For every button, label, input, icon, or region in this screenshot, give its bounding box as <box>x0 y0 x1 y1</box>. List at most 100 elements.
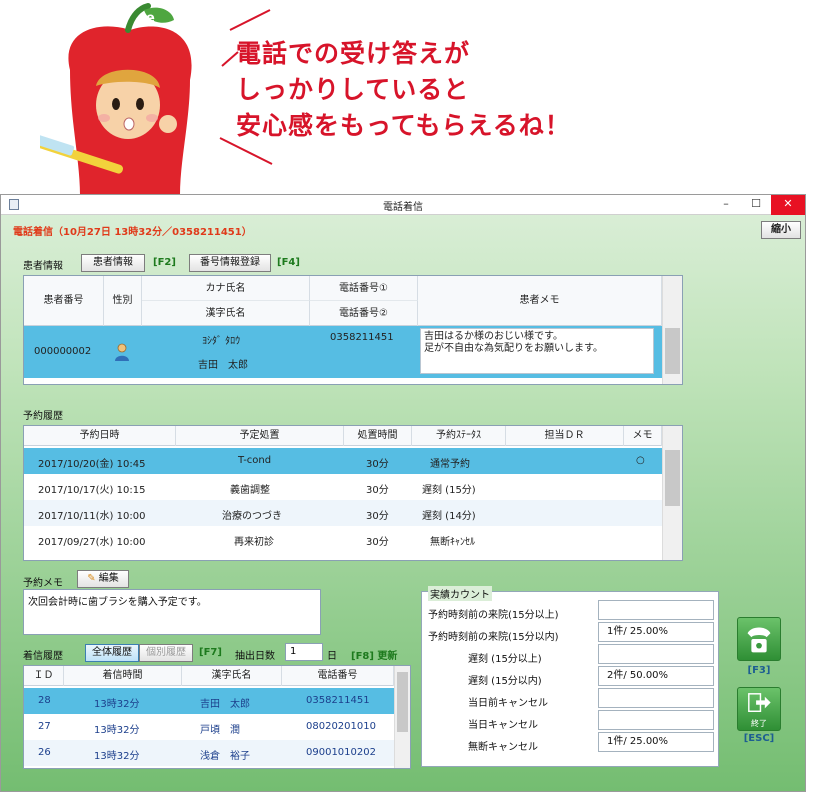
reservation-memo-text: 次回会計時に歯ブラシを購入予定です。 <box>28 597 207 608</box>
all-history-key: [F7] <box>199 647 222 658</box>
call-row[interactable]: 26 13時32分 浅倉 裕子 09001010202 <box>24 740 394 766</box>
col-call-id: ＩＤ <box>24 666 64 686</box>
reservation-status: 通常予約 <box>430 459 470 470</box>
call-row[interactable]: 27 13時32分 戸頃 潤 08020201010 <box>24 714 394 740</box>
reservation-treatment: 治療のつづき <box>222 511 282 522</box>
reservation-date: 2017/10/20(金) 10:45 <box>38 459 146 470</box>
reservation-memo-label: 予約メモ <box>23 578 63 589</box>
phone-button-key: [F3] <box>747 665 771 676</box>
reservation-duration: 30分 <box>366 459 389 470</box>
reservation-date: 2017/09/27(水) 10:00 <box>38 537 146 548</box>
col-kanji-name: 漢字氏名 <box>142 301 310 326</box>
phone-icon <box>747 627 771 653</box>
exit-caption: 終了 <box>751 719 767 728</box>
reservation-date: 2017/10/11(水) 10:00 <box>38 511 146 522</box>
exit-button[interactable]: 終了 <box>737 687 781 731</box>
call-phone: 08020201010 <box>306 721 376 732</box>
count-value: 2件/ 50.00% <box>598 666 714 686</box>
count-label: 予約時刻前の来院(15分以内) <box>428 632 559 643</box>
count-label: 予約時刻前の来院(15分以上) <box>428 610 559 621</box>
reservation-memo-box[interactable]: 次回会計時に歯ブラシを購入予定です。 <box>23 589 321 635</box>
patient-scroll-thumb[interactable] <box>665 328 680 374</box>
maximize-button[interactable]: ☐ <box>741 195 771 215</box>
reservation-treatment: 再来初診 <box>234 537 274 548</box>
reservation-row[interactable]: 2017/10/11(水) 10:00 治療のつづき 30分 遅刻 (14分) <box>24 500 662 526</box>
patient-table: 患者番号 性別 カナ氏名 漢字氏名 電話番号① 電話番号② 患者メモ 00000… <box>23 275 683 385</box>
edit-memo-button[interactable]: ✎ 編集 <box>77 570 129 588</box>
reservation-table-scrollbar[interactable] <box>662 426 682 560</box>
call-row[interactable]: 28 13時32分 吉田 太郎 0358211451 <box>24 688 394 714</box>
call-id: 27 <box>38 721 51 732</box>
patient-history-button[interactable]: 個別履歴 <box>139 644 193 662</box>
reservation-duration: 30分 <box>366 511 389 522</box>
pencil-icon: ✎ <box>87 573 96 584</box>
call-history-scroll-thumb[interactable] <box>397 672 408 732</box>
extract-days-value: 1 <box>290 646 297 657</box>
count-value: 1件/ 25.00% <box>598 622 714 642</box>
incoming-call-window: 電話着信 – ☐ ✕ 電話着信（10月27日 13時32分／0358211451… <box>0 194 806 792</box>
patient-memo-line-2: 足が不自由な為気配りをお願いします。 <box>424 343 603 354</box>
col-planned-treatment: 予定処置 <box>176 426 344 446</box>
register-number-button[interactable]: 番号情報登録 <box>189 254 271 272</box>
call-history-scrollbar[interactable] <box>394 666 410 768</box>
refresh-key[interactable]: [F8] 更新 <box>351 647 397 662</box>
col-reservation-status: 予約ｽﾃｰﾀｽ <box>412 426 506 446</box>
col-call-phone: 電話番号 <box>282 666 394 686</box>
count-label: 無断キャンセル <box>468 742 538 753</box>
col-phone-1: 電話番号① <box>310 276 418 301</box>
extract-days-input[interactable]: 1 <box>285 643 323 661</box>
all-history-button[interactable]: 全体履歴 <box>85 644 139 662</box>
exit-button-key: [ESC] <box>743 733 775 744</box>
performance-count-title: 実績カウント <box>428 586 492 601</box>
count-label: 当日キャンセル <box>468 720 538 731</box>
reservation-table-header: 予約日時 予定処置 処置時間 予約ｽﾃｰﾀｽ 担当ＤＲ メモ <box>24 426 682 446</box>
reservation-table: 予約日時 予定処置 処置時間 予約ｽﾃｰﾀｽ 担当ＤＲ メモ 2017/10/2… <box>23 425 683 561</box>
count-value: 1件/ 25.00% <box>598 732 714 752</box>
count-value <box>598 600 714 620</box>
patient-table-scrollbar[interactable] <box>662 276 682 384</box>
exit-icon <box>748 693 771 712</box>
col-patient-number: 患者番号 <box>24 276 104 326</box>
patient-kana-name: ﾖｼﾀﾞ ﾀﾛｳ <box>202 336 241 347</box>
extract-days-label: 抽出日数 <box>235 651 275 662</box>
col-phone-2: 電話番号② <box>310 301 418 326</box>
call-phone: 0358211451 <box>306 695 370 706</box>
close-button[interactable]: ✕ <box>771 195 805 215</box>
call-time: 13時32分 <box>94 699 140 710</box>
patient-section-label: 患者情報 <box>23 261 63 272</box>
male-patient-icon <box>115 343 129 361</box>
reservation-row[interactable]: 2017/09/27(水) 10:00 再来初診 30分 無断ｷｬﾝｾﾙ <box>24 526 662 552</box>
call-time: 13時32分 <box>94 725 140 736</box>
call-history-header: ＩＤ 着信時間 漢字氏名 電話番号 <box>24 666 394 686</box>
call-phone: 09001010202 <box>306 747 376 758</box>
count-label: 遅刻 (15分以内) <box>468 676 542 687</box>
reservation-status: 遅刻 (15分) <box>422 485 476 496</box>
reservation-duration: 30分 <box>366 537 389 548</box>
reservation-memo-flag: ○ <box>636 455 645 466</box>
call-history-table: ＩＤ 着信時間 漢字氏名 電話番号 28 13時32分 吉田 太郎 035821… <box>23 665 411 769</box>
patient-kanji-name: 吉田 太郎 <box>198 360 248 371</box>
speech-line-1: 電話での受け答えが <box>236 39 471 68</box>
reservation-row[interactable]: 2017/10/20(金) 10:45 T-cond 30分 通常予約 ○ <box>24 448 662 474</box>
patient-number: 000000002 <box>34 346 92 357</box>
minimize-button[interactable]: – <box>711 195 741 215</box>
patient-info-key: [F2] <box>153 257 176 268</box>
reservation-scroll-thumb[interactable] <box>665 450 680 506</box>
reservation-row[interactable]: 2017/10/17(火) 10:15 義歯調整 30分 遅刻 (15分) <box>24 474 662 500</box>
reservation-treatment: 義歯調整 <box>230 485 270 496</box>
patient-info-button[interactable]: 患者情報 <box>81 254 145 272</box>
patient-table-header: 患者番号 性別 カナ氏名 漢字氏名 電話番号① 電話番号② 患者メモ <box>24 276 682 326</box>
incoming-call-banner: 電話着信（10月27日 13時32分／0358211451） <box>13 227 252 238</box>
reservation-status: 遅刻 (14分) <box>422 511 476 522</box>
count-value <box>598 688 714 708</box>
col-sex: 性別 <box>104 276 142 326</box>
phone-button[interactable] <box>737 617 781 661</box>
shrink-button[interactable]: 縮小 <box>761 221 801 239</box>
patient-row[interactable]: 000000002 ﾖｼﾀﾞ ﾀﾛｳ 吉田 太郎 0358211451 吉田はる… <box>24 326 682 378</box>
call-name: 戸頃 潤 <box>200 725 240 736</box>
patient-phone-1: 0358211451 <box>330 332 394 343</box>
extract-days-unit: 日 <box>327 651 337 662</box>
col-reservation-date: 予約日時 <box>24 426 176 446</box>
call-id: 28 <box>38 695 51 706</box>
count-value <box>598 710 714 730</box>
